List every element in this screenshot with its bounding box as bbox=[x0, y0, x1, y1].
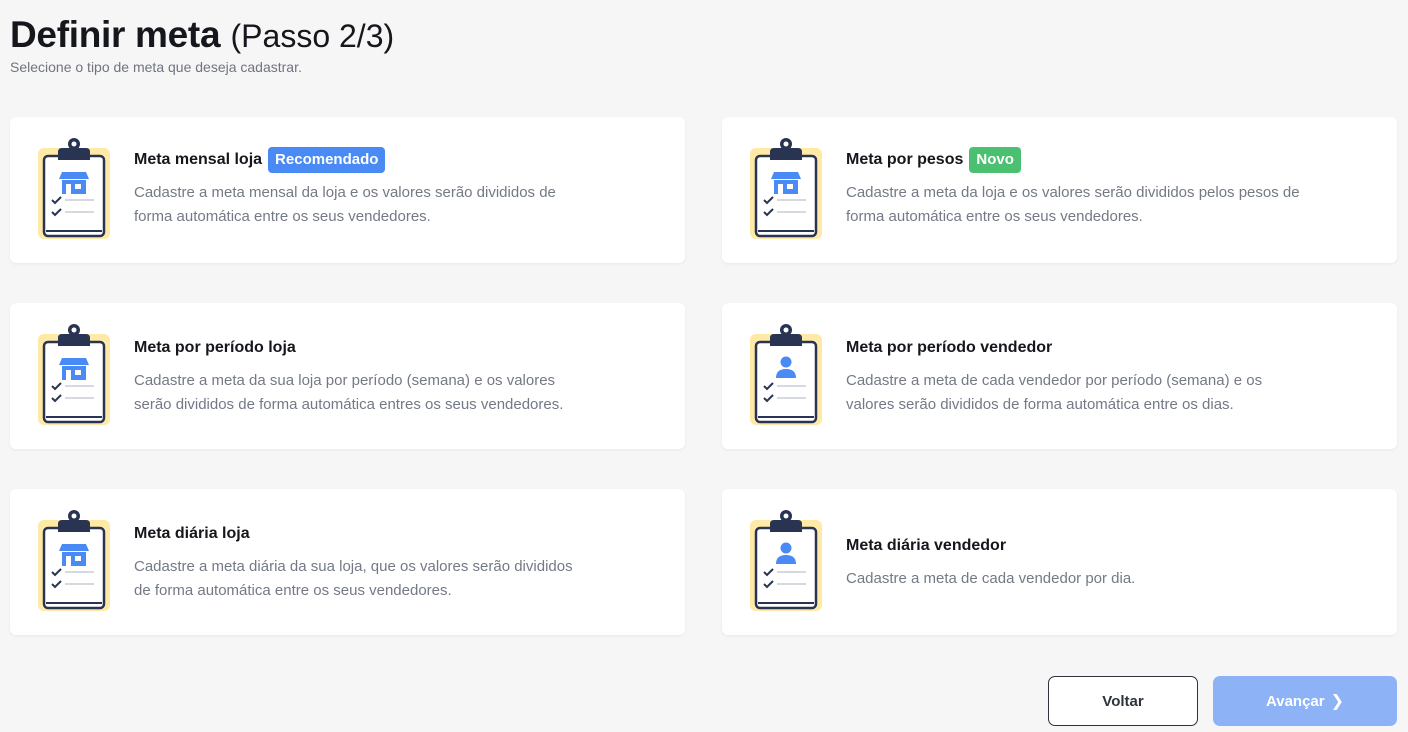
chevron-right-icon: ❯ bbox=[1330, 693, 1345, 710]
next-button[interactable]: Avançar ❯ bbox=[1213, 676, 1397, 726]
card-title: Meta por período loja bbox=[134, 339, 296, 356]
card-title: Meta por pesos bbox=[846, 151, 964, 168]
card-title-row: Meta diária loja bbox=[134, 521, 655, 547]
card-title-row: Meta mensal loja Recomendado bbox=[134, 147, 655, 173]
card-title-row: Meta por período loja bbox=[134, 335, 655, 361]
card-description-line: Cadastre a meta de cada vendedor por per… bbox=[846, 372, 1263, 389]
card-description-line: serão divididos de forma automática entr… bbox=[134, 396, 564, 413]
card-title: Meta diária vendedor bbox=[846, 537, 1007, 554]
card-description: Cadastre a meta da loja e os valores ser… bbox=[846, 181, 1367, 229]
card-description-line: forma automática entre os seus vendedore… bbox=[846, 208, 1143, 225]
clipboard-store-icon bbox=[34, 508, 114, 614]
card-title-row: Meta por pesos Novo bbox=[846, 147, 1367, 173]
clipboard-store-icon bbox=[746, 136, 826, 242]
card-description-line: Cadastre a meta da loja e os valores ser… bbox=[846, 184, 1300, 201]
card-description: Cadastre a meta diária da sua loja, que … bbox=[134, 555, 655, 603]
clipboard-store-icon bbox=[34, 136, 114, 242]
card-description-line: Cadastre a meta de cada vendedor por dia… bbox=[846, 570, 1136, 587]
card-title: Meta diária loja bbox=[134, 525, 250, 542]
page-title: Definir meta (Passo 2/3) bbox=[10, 14, 394, 57]
card-title: Meta mensal loja bbox=[134, 151, 263, 168]
card-description-line: valores serão divididos de forma automát… bbox=[846, 396, 1234, 413]
card-description: Cadastre a meta de cada vendedor por dia… bbox=[846, 567, 1367, 591]
define-goal-page: Definir meta (Passo 2/3) Selecione o tip… bbox=[0, 0, 1408, 732]
clipboard-person-icon bbox=[746, 322, 826, 428]
card-description-line: Cadastre a meta diária da sua loja, que … bbox=[134, 558, 573, 575]
page-title-main: Definir meta bbox=[10, 14, 221, 55]
step-indicator: (Passo 2/3) bbox=[230, 18, 395, 54]
card-content: Meta diária loja Cadastre a meta diária … bbox=[134, 521, 655, 603]
page-header: Definir meta (Passo 2/3) Selecione o tip… bbox=[10, 14, 394, 75]
card-title-row: Meta diária vendedor bbox=[846, 533, 1367, 559]
card-description-line: forma automática entre os seus vendedore… bbox=[134, 208, 431, 225]
clipboard-store-icon bbox=[34, 322, 114, 428]
card-content: Meta por pesos Novo Cadastre a meta da l… bbox=[846, 147, 1367, 229]
card-description-line: Cadastre a meta mensal da loja e os valo… bbox=[134, 184, 556, 201]
card-content: Meta mensal loja Recomendado Cadastre a … bbox=[134, 147, 655, 229]
clipboard-person-icon bbox=[746, 508, 826, 614]
card-content: Meta diária vendedor Cadastre a meta de … bbox=[846, 533, 1367, 591]
goal-card-daily-store[interactable]: Meta diária loja Cadastre a meta diária … bbox=[10, 489, 685, 635]
goal-card-period-store[interactable]: Meta por período loja Cadastre a meta da… bbox=[10, 303, 685, 449]
card-description-line: Cadastre a meta da sua loja por período … bbox=[134, 372, 556, 389]
goal-card-weights[interactable]: Meta por pesos Novo Cadastre a meta da l… bbox=[722, 117, 1397, 263]
card-description: Cadastre a meta mensal da loja e os valo… bbox=[134, 181, 655, 229]
back-button[interactable]: Voltar bbox=[1048, 676, 1198, 726]
card-description-line: de forma automática entre os seus vended… bbox=[134, 582, 452, 599]
card-description: Cadastre a meta da sua loja por período … bbox=[134, 369, 655, 417]
card-title: Meta por período vendedor bbox=[846, 339, 1053, 356]
card-description: Cadastre a meta de cada vendedor por per… bbox=[846, 369, 1367, 417]
card-title-row: Meta por período vendedor bbox=[846, 335, 1367, 361]
recommended-badge: Recomendado bbox=[268, 147, 386, 173]
new-badge: Novo bbox=[969, 147, 1021, 173]
goal-card-period-seller[interactable]: Meta por período vendedor Cadastre a met… bbox=[722, 303, 1397, 449]
card-content: Meta por período loja Cadastre a meta da… bbox=[134, 335, 655, 417]
goal-card-daily-seller[interactable]: Meta diária vendedor Cadastre a meta de … bbox=[722, 489, 1397, 635]
goal-card-monthly-store[interactable]: Meta mensal loja Recomendado Cadastre a … bbox=[10, 117, 685, 263]
next-button-label: Avançar bbox=[1265, 692, 1325, 710]
card-content: Meta por período vendedor Cadastre a met… bbox=[846, 335, 1367, 417]
page-subtitle: Selecione o tipo de meta que deseja cada… bbox=[10, 59, 302, 75]
